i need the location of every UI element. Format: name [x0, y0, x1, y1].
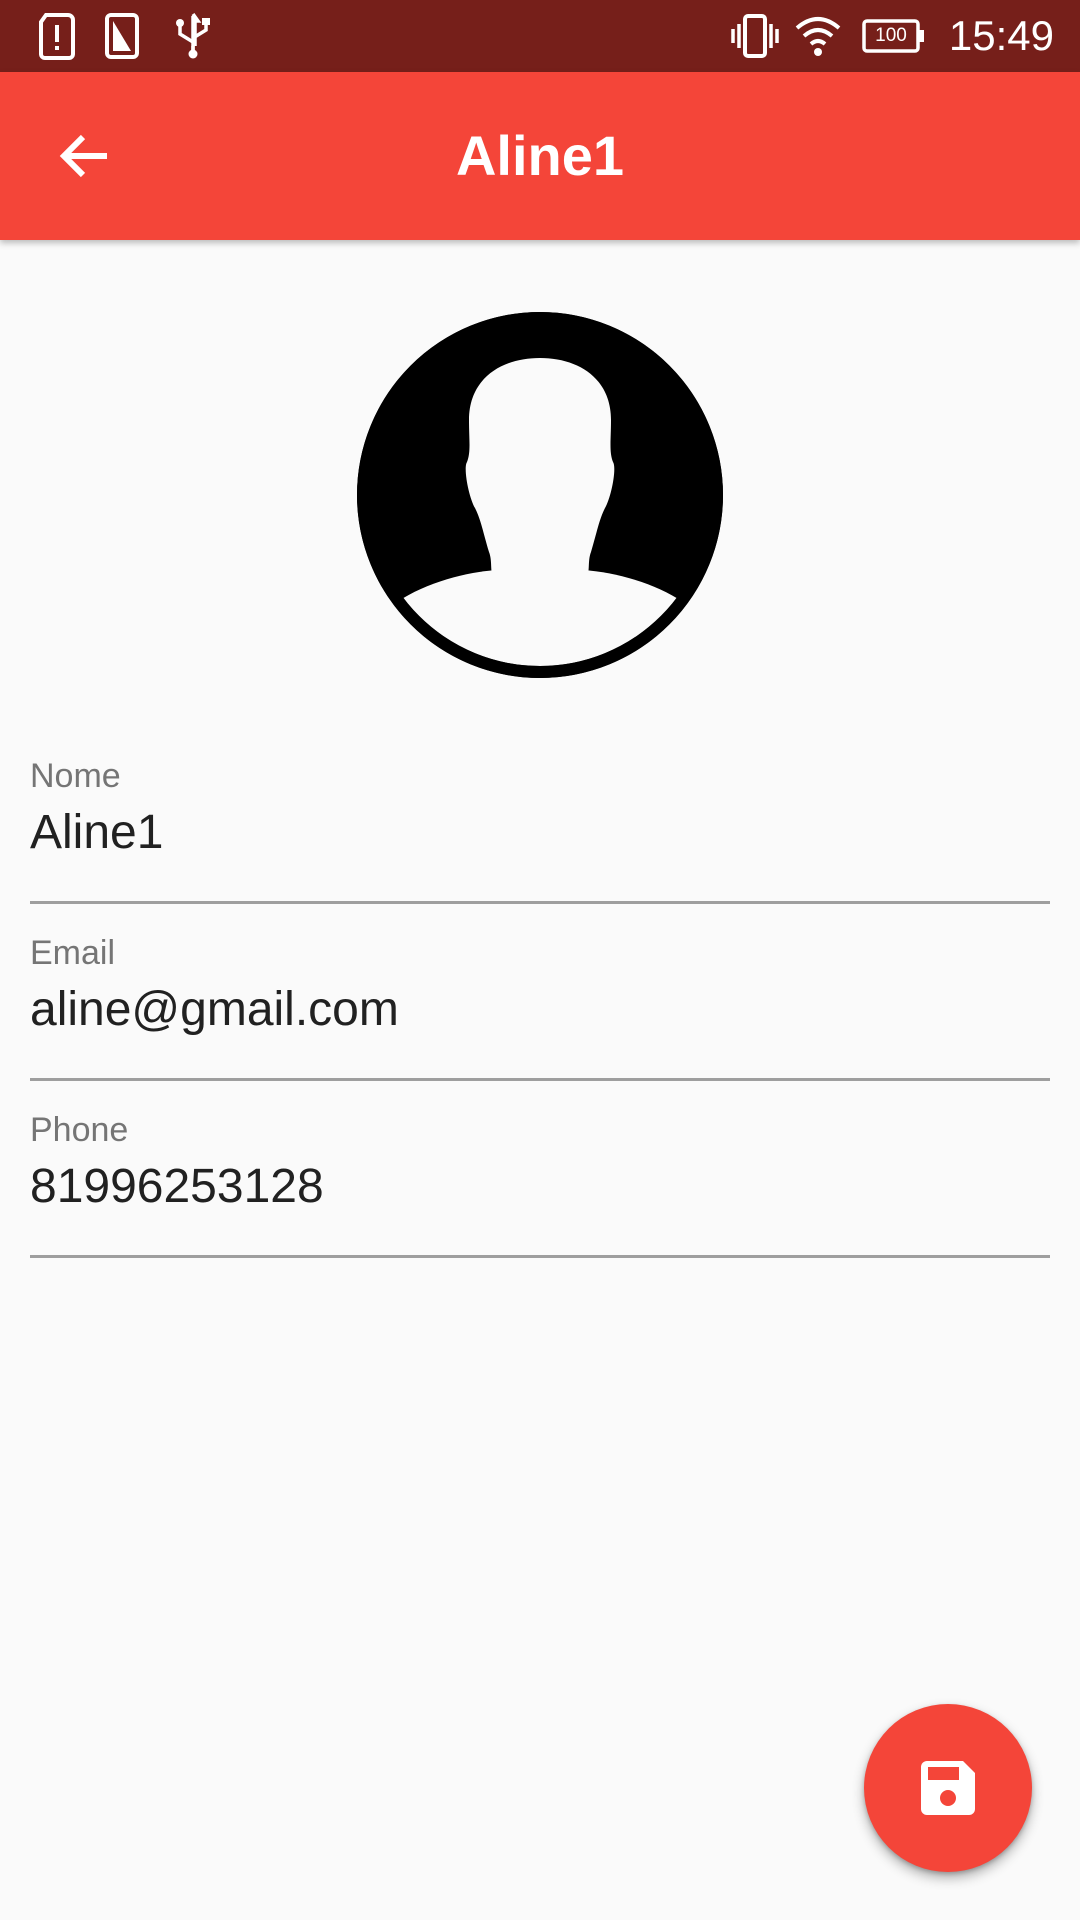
avatar[interactable]: [357, 312, 723, 678]
battery-icon: 100: [862, 18, 926, 54]
phone-field[interactable]: Phone 81996253128: [30, 1110, 1050, 1258]
sim-card-icon: [105, 13, 139, 59]
name-field-label: Nome: [30, 757, 121, 795]
email-field-label: Email: [30, 934, 116, 972]
name-field-value: Aline1: [30, 806, 164, 859]
email-field[interactable]: Email aline@gmail.com: [30, 933, 1050, 1081]
app-bar: Aline1: [0, 72, 1080, 240]
status-time: 15:49: [948, 12, 1054, 59]
vibrate-icon: [731, 14, 779, 58]
battery-level-text: 100: [875, 25, 907, 46]
alert-card-icon: [39, 13, 75, 60]
page-title: Aline1: [455, 124, 625, 187]
phone-field-value: 81996253128: [30, 1160, 324, 1213]
save-button[interactable]: [864, 1704, 1032, 1872]
save-icon: [921, 1761, 975, 1815]
phone-field-label: Phone: [30, 1111, 129, 1149]
usb-icon: [176, 12, 210, 59]
wifi-icon: [795, 17, 841, 56]
name-field[interactable]: Nome Aline1: [30, 756, 1050, 904]
email-field-value: aline@gmail.com: [30, 983, 399, 1036]
person-silhouette-icon: [357, 312, 723, 678]
status-bar: 100 15:49: [0, 0, 1080, 72]
